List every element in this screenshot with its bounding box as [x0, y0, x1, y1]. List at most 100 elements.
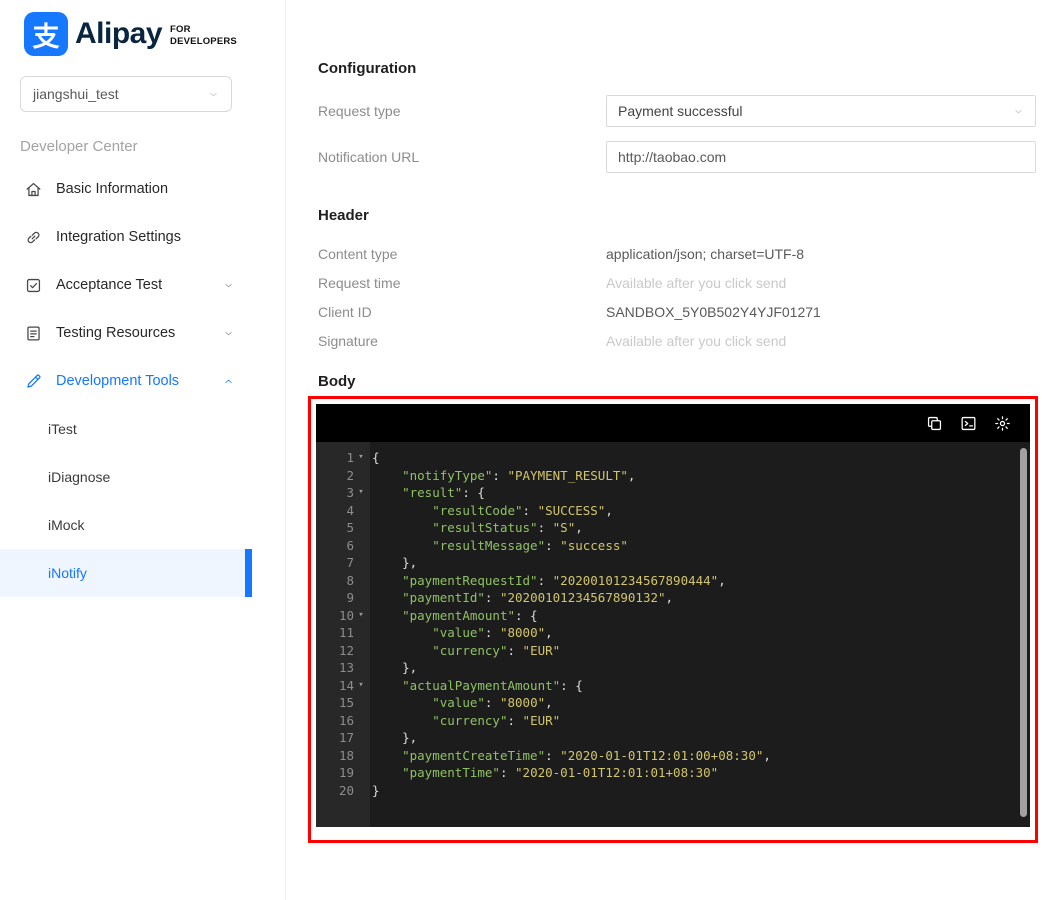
code-line: 12 "currency": "EUR" — [316, 642, 1030, 660]
line-number: 13 — [338, 660, 354, 675]
header-row-label: Content type — [318, 246, 398, 262]
select-value: Payment successful — [618, 103, 743, 119]
header-section-title: Header — [318, 207, 369, 224]
sidebar-item-integration-settings[interactable]: Integration Settings — [0, 213, 252, 261]
sidebar-item-basic-information[interactable]: Basic Information — [0, 165, 252, 213]
code-text: "value": "8000", — [432, 695, 553, 710]
code-text: "value": "8000", — [432, 625, 553, 640]
notification-url-input[interactable] — [606, 141, 1036, 173]
chevron-down-icon — [1013, 106, 1024, 117]
code-text: "result": { — [402, 485, 485, 500]
config-row: Request type Payment successful — [318, 95, 1036, 127]
sidebar-subitem-idiagnose[interactable]: iDiagnose — [0, 453, 252, 501]
integration-icon — [24, 228, 43, 247]
sidebar-item-label: Integration Settings — [56, 229, 181, 245]
sidebar-subitem-imock[interactable]: iMock — [0, 501, 252, 549]
code-text: "currency": "EUR" — [432, 642, 561, 658]
chevron-down-icon — [223, 328, 234, 339]
sidebar: 支 Alipay FOR DEVELOPERS jiangshui_test D… — [0, 0, 252, 900]
code-text: "currency": "EUR" — [432, 712, 561, 728]
line-number: 12 — [338, 642, 354, 658]
sidebar-item-acceptance-test[interactable]: Acceptance Test — [0, 261, 252, 309]
header-row-value: Available after you click send — [606, 333, 787, 349]
code-line: 15 "value": "8000", — [316, 694, 1030, 712]
line-number: 16 — [338, 712, 354, 728]
code-line: 10 ▾ "paymentAmount": { — [316, 607, 1030, 625]
header-row-label: Request time — [318, 275, 401, 291]
code-text: "paymentAmount": { — [402, 607, 538, 623]
editor-scrollbar[interactable] — [1020, 448, 1027, 817]
fold-toggle-icon[interactable]: ▾ — [354, 677, 368, 695]
alipay-brand: 支 Alipay FOR DEVELOPERS — [0, 0, 252, 56]
sidebar-subitem-label: iDiagnose — [48, 469, 111, 485]
code-text: "notifyType": "PAYMENT_RESULT", — [402, 467, 636, 483]
code-text: }, — [372, 660, 418, 675]
console-icon[interactable] — [959, 414, 978, 433]
alipay-logo-text: Alipay — [75, 17, 163, 50]
sidebar-subitem-label: iTest — [48, 421, 77, 437]
header-row-label: Signature — [318, 333, 378, 349]
code-line: 5 "resultStatus": "S", — [316, 519, 1030, 537]
code-text: "resultMessage": "success" — [432, 537, 628, 553]
header-row-label: Client ID — [318, 304, 372, 320]
account-select[interactable]: jiangshui_test — [20, 76, 232, 112]
header-rows: Content type application/json; charset=UT… — [318, 246, 1036, 349]
sidebar-nav: Basic Information Integration Settings Acc… — [0, 165, 252, 405]
field-label: Notification URL — [318, 149, 420, 165]
code-text: } — [372, 782, 380, 798]
sidebar-item-label: Acceptance Test — [56, 277, 163, 293]
line-number: 9 — [346, 590, 354, 605]
code-line: 14 ▾ "actualPaymentAmount": { — [316, 677, 1030, 695]
line-number: 5 — [346, 520, 354, 535]
code-line: 2 "notifyType": "PAYMENT_RESULT", — [316, 467, 1030, 485]
code-text: "paymentRequestId": "2020010123456789044… — [402, 572, 726, 588]
code-area[interactable]: 1 ▾{2 "notifyType": "PAYMENT_RESULT", 3 ▾ "… — [316, 442, 1030, 827]
sidebar-section-title: Developer Center — [20, 138, 138, 155]
code-line: 4 "resultCode": "SUCCESS", — [316, 502, 1030, 520]
sidebar-item-development-tools[interactable]: Development Tools — [0, 357, 252, 405]
account-select-value: jiangshui_test — [33, 86, 119, 102]
request-type-select[interactable]: Payment successful — [606, 95, 1036, 127]
sidebar-subitem-itest[interactable]: iTest — [0, 405, 252, 453]
line-number: 1 — [346, 450, 354, 465]
code-line: 3 ▾ "result": { — [316, 484, 1030, 502]
chevron-down-icon — [223, 280, 234, 291]
code-line: 18 "paymentCreateTime": "2020-01-01T12:0… — [316, 747, 1030, 765]
header-row-request-time: Request time Available after you click se… — [318, 275, 1036, 291]
fold-toggle-icon[interactable]: ▾ — [354, 484, 368, 502]
fold-toggle-icon[interactable]: ▾ — [354, 449, 368, 467]
line-number: 7 — [346, 555, 354, 570]
copy-icon[interactable] — [925, 414, 944, 433]
sidebar-subitem-inotify[interactable]: iNotify — [0, 549, 252, 597]
config-row: Notification URL — [318, 141, 1036, 173]
field-label: Request type — [318, 103, 401, 119]
acceptance-test-icon — [24, 276, 43, 295]
code-text: "paymentTime": "2020-01-01T12:01:01+08:3… — [402, 765, 719, 780]
line-number: 8 — [346, 572, 354, 588]
header-row-value: Available after you click send — [606, 275, 787, 291]
code-line: 11 "value": "8000", — [316, 624, 1030, 642]
configuration-title: Configuration — [318, 60, 417, 77]
app-root: 支 Alipay FOR DEVELOPERS jiangshui_test D… — [0, 0, 1060, 900]
fold-toggle-icon[interactable]: ▾ — [354, 607, 368, 625]
code-line: 7 }, — [316, 554, 1030, 572]
code-text: }, — [372, 730, 418, 745]
code-line: 1 ▾ { — [316, 449, 1030, 467]
code-text: "resultCode": "SUCCESS", — [432, 502, 613, 518]
header-row-value: application/json; charset=UTF-8 — [606, 246, 805, 262]
sidebar-item-testing-resources[interactable]: Testing Resources — [0, 309, 252, 357]
header-row-signature: Signature Available after you click send — [318, 333, 1036, 349]
chevron-up-icon — [223, 376, 234, 387]
settings-icon[interactable] — [993, 414, 1012, 433]
sidebar-subitem-label: iMock — [48, 517, 85, 533]
brand-tagline-line1: FOR — [170, 23, 191, 35]
line-number: 19 — [338, 765, 354, 780]
